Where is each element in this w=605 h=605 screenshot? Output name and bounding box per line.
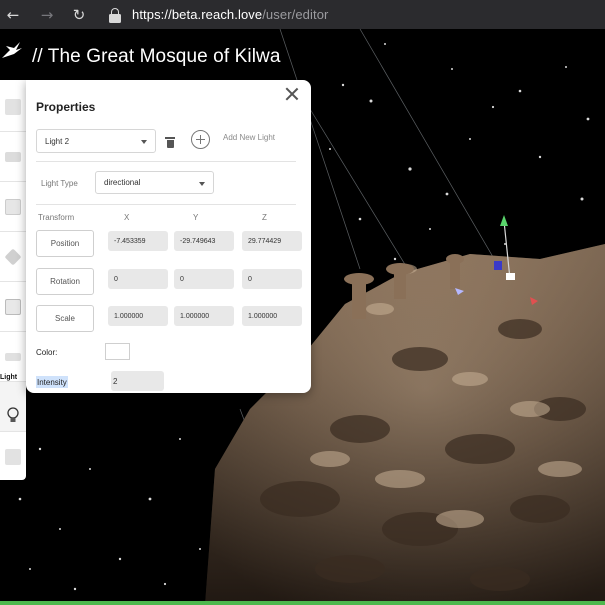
reload-icon[interactable]: ↻ bbox=[68, 4, 90, 26]
forward-arrow-icon[interactable]: → bbox=[36, 4, 58, 26]
scale-x-input[interactable]: 1.000000 bbox=[108, 306, 168, 326]
color-swatch[interactable] bbox=[105, 343, 130, 360]
tool-marker[interactable] bbox=[0, 432, 26, 482]
left-toolbar: Light bbox=[0, 80, 26, 480]
scale-y-input[interactable]: 1.000000 bbox=[174, 306, 234, 326]
position-z-input[interactable]: 29.774429 bbox=[242, 231, 302, 251]
axis-y-label: Y bbox=[193, 213, 199, 222]
light-type-select[interactable]: directional bbox=[95, 171, 214, 194]
add-new-light-button[interactable]: Add New Light bbox=[223, 133, 275, 142]
divider bbox=[36, 161, 296, 162]
rotation-y-input[interactable]: 0 bbox=[174, 269, 234, 289]
tool-light-label: Light bbox=[0, 374, 18, 381]
axis-x-label: X bbox=[124, 213, 130, 222]
add-light-icon[interactable] bbox=[191, 130, 210, 149]
close-icon[interactable] bbox=[283, 85, 301, 103]
light-type-label: Light Type bbox=[41, 179, 78, 188]
panel-title: Properties bbox=[36, 100, 96, 114]
text-icon bbox=[5, 198, 21, 215]
rotation-x-input[interactable]: 0 bbox=[108, 269, 168, 289]
marker-icon bbox=[5, 449, 21, 465]
lock-icon bbox=[108, 7, 122, 23]
intensity-label: Intensity bbox=[36, 376, 68, 388]
tool-chart[interactable] bbox=[0, 132, 26, 182]
satellite-icon bbox=[4, 248, 22, 265]
color-label: Color: bbox=[36, 348, 58, 357]
image-icon bbox=[5, 98, 21, 115]
position-x-input[interactable]: -7.453359 bbox=[108, 231, 168, 251]
tool-image[interactable] bbox=[0, 82, 26, 132]
properties-panel: Properties Light 2 Add New Light Light T… bbox=[26, 80, 311, 393]
tool-light[interactable] bbox=[0, 382, 26, 432]
browser-toolbar: ← → ↻ https://beta.reach.love/user/edito… bbox=[0, 0, 605, 29]
url-host: https://beta.reach.love bbox=[132, 7, 263, 22]
axis-z-label: Z bbox=[262, 213, 267, 222]
url-path: /user/editor bbox=[262, 7, 329, 22]
tool-text[interactable] bbox=[0, 182, 26, 232]
scale-button[interactable]: Scale bbox=[36, 305, 94, 332]
chevron-down-icon bbox=[199, 182, 205, 186]
project-title: // The Great Mosque of Kilwa bbox=[32, 46, 281, 67]
status-strip bbox=[0, 601, 605, 605]
address-bar[interactable]: https://beta.reach.love/user/editor bbox=[132, 7, 328, 22]
light-bulb-icon bbox=[7, 406, 19, 422]
trash-icon[interactable] bbox=[165, 136, 175, 148]
position-button[interactable]: Position bbox=[36, 230, 94, 257]
light-type-value: directional bbox=[104, 178, 141, 187]
rotation-z-input[interactable]: 0 bbox=[242, 269, 302, 289]
terrain-icon bbox=[5, 352, 21, 361]
light-select-value: Light 2 bbox=[45, 136, 70, 146]
back-arrow-icon[interactable]: ← bbox=[2, 4, 24, 26]
position-y-input[interactable]: -29.749643 bbox=[174, 231, 234, 251]
box-icon bbox=[5, 298, 21, 315]
light-select[interactable]: Light 2 bbox=[36, 129, 156, 153]
divider bbox=[36, 204, 296, 205]
chart-icon bbox=[5, 151, 21, 162]
chevron-down-icon bbox=[141, 140, 147, 144]
tool-satellite[interactable] bbox=[0, 232, 26, 282]
rotation-button[interactable]: Rotation bbox=[36, 268, 94, 295]
scale-z-input[interactable]: 1.000000 bbox=[242, 306, 302, 326]
transform-label: Transform bbox=[38, 213, 75, 222]
intensity-input[interactable]: 2 bbox=[111, 371, 164, 391]
tool-box[interactable] bbox=[0, 282, 26, 332]
bird-logo-icon bbox=[2, 42, 22, 58]
